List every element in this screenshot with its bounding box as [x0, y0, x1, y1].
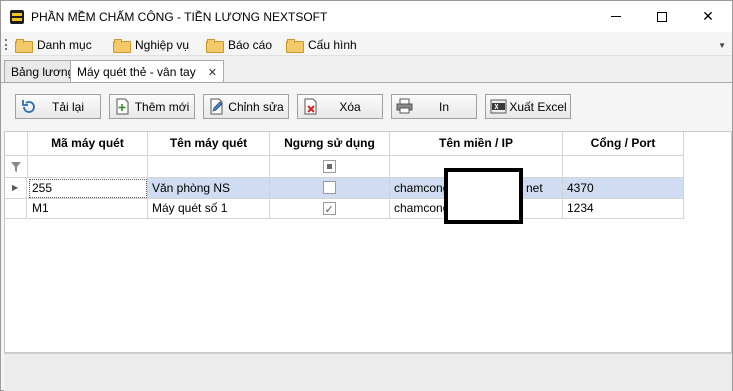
edit-label: Chỉnh sửa — [228, 99, 284, 114]
print-button[interactable]: In — [391, 94, 477, 119]
row-indicator[interactable]: ▶ — [5, 178, 27, 199]
redaction-box — [444, 168, 523, 224]
menu-bar: Danh mục Nghiệp vụ Báo cáo Cấu hình ▼ — [1, 32, 732, 56]
cell-code[interactable]: 255 — [28, 178, 148, 199]
minimize-icon — [611, 16, 621, 17]
folder-icon — [286, 39, 304, 53]
menu-label: Nghiệp vụ — [135, 38, 190, 52]
cell-disabled[interactable] — [270, 178, 390, 199]
filter-disabled-checkbox[interactable] — [270, 156, 390, 178]
column-header-port[interactable]: Cổng / Port — [563, 132, 684, 156]
delete-label: Xóa — [339, 99, 361, 114]
domain-text-tail: net — [526, 181, 543, 195]
cell-disabled[interactable] — [270, 199, 390, 219]
cell-port[interactable]: 4370 — [563, 178, 684, 199]
scanner-grid: Mã máy quét Tên máy quét Ngưng sử dụng T… — [4, 131, 732, 353]
maximize-button[interactable] — [639, 1, 685, 32]
current-row-arrow-icon: ▶ — [12, 183, 19, 192]
export-label: Xuất Excel — [509, 99, 567, 114]
folder-icon — [15, 39, 33, 53]
add-label: Thêm mới — [134, 99, 190, 114]
checked-checkbox[interactable] — [322, 201, 336, 218]
column-header-domain[interactable]: Tên miền / IP — [390, 132, 563, 156]
row-indicator-header — [5, 132, 28, 156]
add-button[interactable]: Thêm mới — [109, 94, 195, 119]
document-tabs: Bảng lương Máy quét thẻ - vân tay ✕ — [1, 56, 732, 83]
filter-row-indicator — [5, 156, 28, 178]
minimize-button[interactable] — [593, 1, 639, 32]
window-title: PHẦN MỀM CHẤM CÔNG - TIỀN LƯƠNG NEXTSOFT — [31, 10, 328, 24]
tab-label: Máy quét thẻ - vân tay — [77, 65, 196, 79]
filter-icon — [11, 162, 21, 172]
filter-code-input[interactable] — [28, 156, 148, 178]
indeterminate-checkbox[interactable] — [322, 159, 336, 173]
menu-cau-hinh[interactable]: Cấu hình — [286, 36, 357, 54]
menu-label: Báo cáo — [228, 38, 273, 52]
menu-label: Cấu hình — [308, 38, 357, 52]
cell-port[interactable]: 1234 — [563, 199, 684, 219]
tab-may-quet[interactable]: Máy quét thẻ - vân tay ✕ — [70, 60, 224, 83]
main-content: Tải lại Thêm mới Chỉnh sửa Xóa In Xuất E… — [1, 82, 732, 391]
folder-icon — [113, 39, 131, 53]
reload-label: Tải lại — [51, 99, 84, 114]
title-bar: PHẦN MỀM CHẤM CÔNG - TIỀN LƯƠNG NEXTSOFT… — [1, 1, 732, 32]
close-window-button[interactable]: ✕ — [685, 1, 731, 32]
row-indicator[interactable] — [5, 199, 27, 219]
action-toolbar: Tải lại Thêm mới Chỉnh sửa Xóa In Xuất E… — [1, 83, 732, 131]
close-tab-icon[interactable]: ✕ — [208, 66, 217, 79]
filter-port-input[interactable] — [563, 156, 684, 178]
delete-button[interactable]: Xóa — [297, 94, 383, 119]
cell-name[interactable]: Văn phòng NS — [148, 178, 270, 199]
folder-icon — [206, 39, 224, 53]
print-label: In — [438, 99, 449, 114]
menu-nghiep-vu[interactable]: Nghiệp vụ — [113, 36, 189, 54]
close-icon: ✕ — [702, 8, 714, 24]
toolbar-grip-icon[interactable] — [5, 39, 7, 50]
checkbox[interactable] — [322, 181, 336, 194]
cell-code[interactable]: M1 — [28, 199, 148, 219]
chevron-down-icon[interactable]: ▼ — [718, 41, 726, 50]
export-excel-button[interactable]: Xuất Excel — [485, 94, 571, 119]
column-header-name[interactable]: Tên máy quét — [148, 132, 270, 156]
app-logo-icon — [10, 10, 24, 24]
status-bar — [4, 353, 732, 391]
maximize-icon — [657, 11, 667, 22]
column-header-code[interactable]: Mã máy quét — [28, 132, 148, 156]
filter-name-input[interactable] — [148, 156, 270, 178]
reload-button[interactable]: Tải lại — [15, 94, 101, 119]
menu-danh-muc[interactable]: Danh mục — [15, 36, 92, 54]
menu-label: Danh mục — [37, 38, 92, 52]
menu-bao-cao[interactable]: Báo cáo — [206, 36, 272, 54]
column-header-disabled[interactable]: Ngưng sử dụng — [270, 132, 390, 156]
edit-button[interactable]: Chỉnh sửa — [203, 94, 289, 119]
cell-name[interactable]: Máy quét số 1 — [148, 199, 270, 219]
tab-label: Bảng lương — [11, 64, 75, 79]
app-window: PHẦN MỀM CHẤM CÔNG - TIỀN LƯƠNG NEXTSOFT… — [0, 0, 733, 391]
